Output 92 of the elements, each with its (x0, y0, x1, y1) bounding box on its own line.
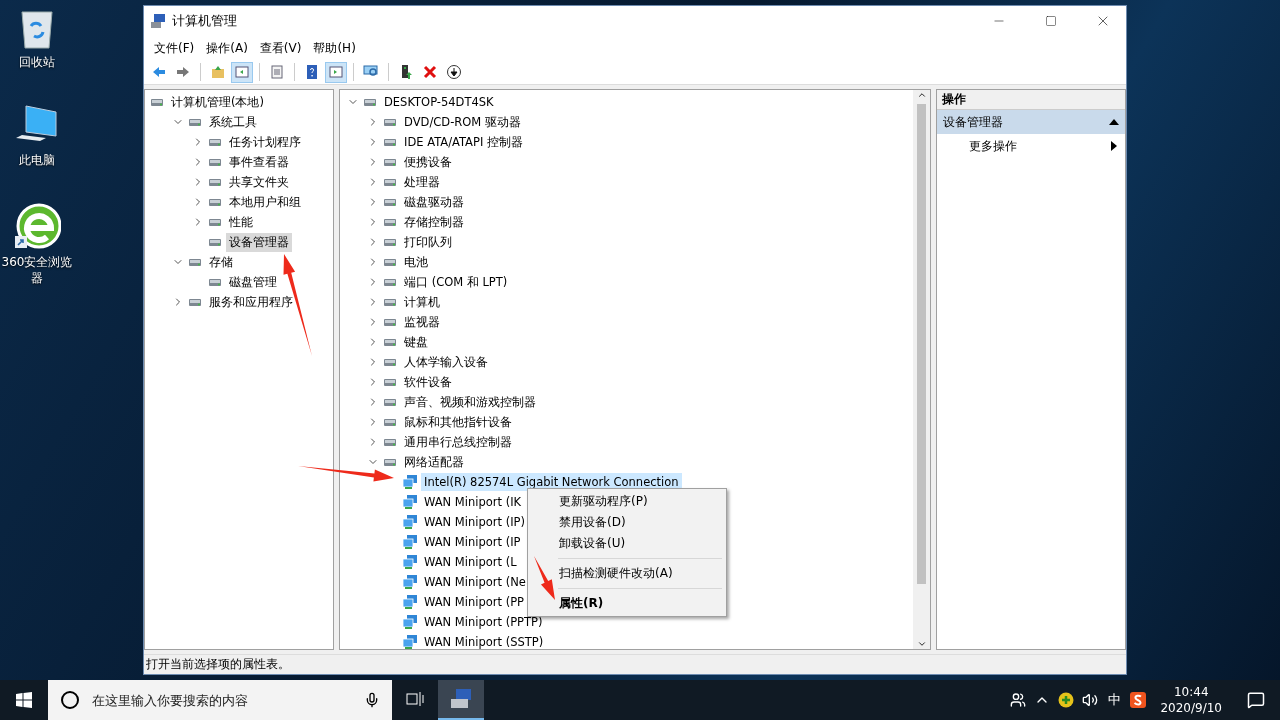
network-adapter-icon (402, 554, 418, 570)
menu-item[interactable]: 操作(A) (200, 39, 254, 57)
tree-item[interactable]: 任务计划程序 (226, 132, 304, 152)
computer-management-icon (449, 688, 473, 710)
task-view-icon (406, 691, 424, 707)
tree-item[interactable]: 声音、视频和游戏控制器 (401, 392, 539, 412)
tree-item[interactable]: WAN Miniport (Ne (421, 573, 529, 591)
menu-item[interactable]: 查看(V) (253, 39, 308, 57)
input-method-indicator[interactable]: 中 (1102, 680, 1127, 720)
tree-item[interactable]: 打印队列 (401, 232, 455, 252)
context-menu-item[interactable]: 卸载设备(U) (530, 533, 724, 554)
context-menu-item[interactable]: 禁用设备(D) (530, 512, 724, 533)
tree-item[interactable]: WAN Miniport (PPTP) (421, 613, 546, 631)
tree-item[interactable]: WAN Miniport (IP) (421, 513, 528, 531)
actions-header: 操作 (937, 90, 1125, 110)
network-adapter-icon (402, 514, 418, 530)
tree-item[interactable]: 磁盘管理 (226, 272, 280, 292)
computer-management-icon (150, 13, 166, 29)
network-adapter-icon (402, 534, 418, 550)
folder-icon (210, 64, 226, 80)
search-bar[interactable]: 在这里输入你要搜索的内容 (48, 680, 392, 720)
tree-item[interactable]: 人体学输入设备 (401, 352, 491, 372)
maximize-icon (1045, 15, 1057, 27)
tree-item[interactable]: 电池 (401, 252, 431, 272)
context-menu-item[interactable]: 扫描检测硬件改动(A) (530, 563, 724, 584)
context-menu-item[interactable]: 更新驱动程序(P) (530, 491, 724, 512)
tree-item[interactable]: 事件查看器 (226, 152, 292, 172)
tree-item[interactable]: 计算机 (401, 292, 443, 312)
desktop-icon-label: 回收站 (19, 54, 55, 70)
tree-item[interactable]: 网络适配器 (401, 452, 467, 472)
tree-item[interactable]: 处理器 (401, 172, 443, 192)
tree-item[interactable]: 便携设备 (401, 152, 455, 172)
cortana-icon (60, 690, 80, 710)
download-icon (446, 64, 462, 80)
tree-item[interactable]: DESKTOP-54DT4SK (381, 93, 497, 111)
windows-logo-icon (16, 692, 32, 708)
tree-item[interactable]: 服务和应用程序 (206, 292, 296, 312)
tree-item[interactable]: 设备管理器 (226, 232, 292, 252)
scrollbar[interactable] (913, 90, 930, 649)
tree-item[interactable]: 存储控制器 (401, 212, 467, 232)
tree-item[interactable]: IDE ATA/ATAPI 控制器 (401, 132, 526, 152)
network-adapter-icon (402, 614, 418, 630)
tree-item[interactable]: WAN Miniport (SSTP) (421, 633, 547, 649)
tree-item[interactable]: DVD/CD-ROM 驱动器 (401, 112, 524, 132)
status-bar: 打开当前选择项的属性表。 (144, 654, 1126, 674)
network-adapter-icon (402, 574, 418, 590)
network-adapter-icon (402, 474, 418, 490)
microphone-icon[interactable] (364, 692, 380, 708)
tree-item[interactable]: WAN Miniport (IK (421, 493, 525, 511)
back-icon (151, 64, 167, 80)
menu-item[interactable]: 帮助(H) (307, 39, 362, 57)
tree-item[interactable]: 监视器 (401, 312, 443, 332)
window-title: 计算机管理 (172, 12, 238, 30)
context-menu-item[interactable]: 属性(R) (530, 593, 724, 614)
desktop-icon-label: 此电脑 (19, 152, 55, 168)
menu-item[interactable]: 文件(F) (148, 39, 201, 57)
tree-item[interactable]: 端口 (COM 和 LPT) (401, 272, 511, 292)
action-item[interactable]: 更多操作 (937, 134, 1125, 158)
tree-item[interactable]: WAN Miniport (IP (421, 533, 524, 551)
tree-item[interactable]: 软件设备 (401, 372, 455, 392)
tree-pane-icon (234, 64, 250, 80)
desktop-icon-label: 360安全浏览器 (0, 254, 74, 286)
actions-section[interactable]: 设备管理器 (937, 110, 1125, 134)
help-icon (304, 64, 320, 80)
tree-item[interactable]: 系统工具 (206, 112, 260, 132)
triangle-icon (1109, 119, 1119, 125)
tree-item[interactable]: 计算机管理(本地) (168, 92, 267, 112)
tree-item[interactable]: 磁盘驱动器 (401, 192, 467, 212)
network-adapter-icon (402, 594, 418, 610)
browser-icon[interactable] (13, 202, 61, 250)
tree-item[interactable]: 共享文件夹 (226, 172, 292, 192)
clock[interactable]: 10:44 2020/9/10 (1150, 680, 1232, 720)
forward-icon (175, 64, 191, 80)
scroll-up-icon[interactable] (916, 90, 927, 100)
taskbar-app-button[interactable] (438, 680, 484, 720)
tree-item[interactable]: 键盘 (401, 332, 431, 352)
tree-item[interactable]: 鼠标和其他指针设备 (401, 412, 515, 432)
close-icon (422, 64, 438, 80)
tree-item[interactable]: 通用串行总线控制器 (401, 432, 515, 452)
properties-icon (269, 64, 285, 80)
action-pane-icon (328, 64, 344, 80)
tree-item[interactable]: Intel(R) 82574L Gigabit Network Connection (421, 473, 682, 491)
tree-item[interactable]: 本地用户和组 (226, 192, 304, 212)
scroll-down-icon[interactable] (916, 639, 927, 649)
tree-item[interactable]: WAN Miniport (PP (421, 593, 528, 611)
tree-item[interactable]: WAN Miniport (L (421, 553, 520, 571)
tree-item[interactable]: 存储 (206, 252, 236, 272)
triangle-icon (1111, 141, 1117, 151)
network-adapter-icon (402, 494, 418, 510)
tree-item[interactable]: 性能 (226, 212, 256, 232)
annotation-arrow (534, 556, 555, 600)
search-field[interactable]: 在这里输入你要搜索的内容 (90, 691, 354, 709)
